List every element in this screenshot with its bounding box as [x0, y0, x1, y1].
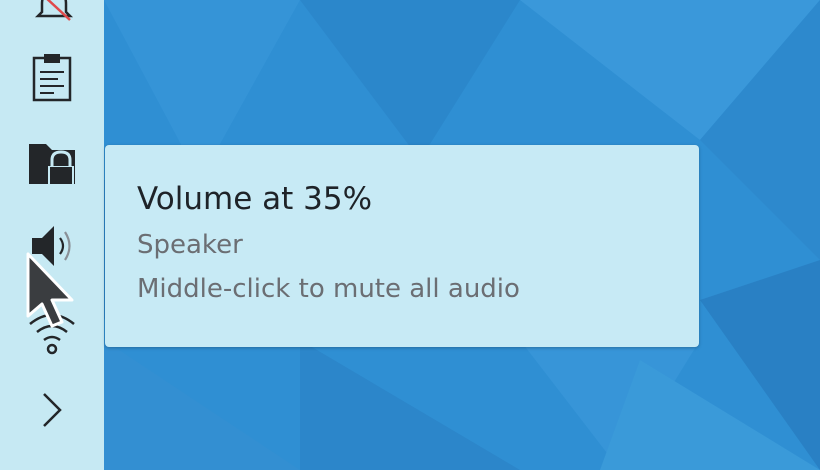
volume-tooltip: Volume at 35% Speaker Middle-click to mu…	[105, 145, 699, 347]
notifications-muted-icon[interactable]	[24, 0, 84, 34]
system-tray-panel	[0, 0, 104, 470]
vault-lock-icon[interactable]	[22, 134, 82, 190]
expand-chevron-icon[interactable]	[22, 382, 82, 438]
mouse-cursor-icon	[22, 250, 82, 344]
tooltip-hint: Middle-click to mute all audio	[137, 274, 520, 304]
desktop: Volume at 35% Speaker Middle-click to mu…	[0, 0, 820, 470]
tooltip-device-label: Speaker	[137, 230, 243, 260]
clipboard-icon[interactable]	[22, 50, 82, 106]
tooltip-title: Volume at 35%	[137, 181, 373, 217]
